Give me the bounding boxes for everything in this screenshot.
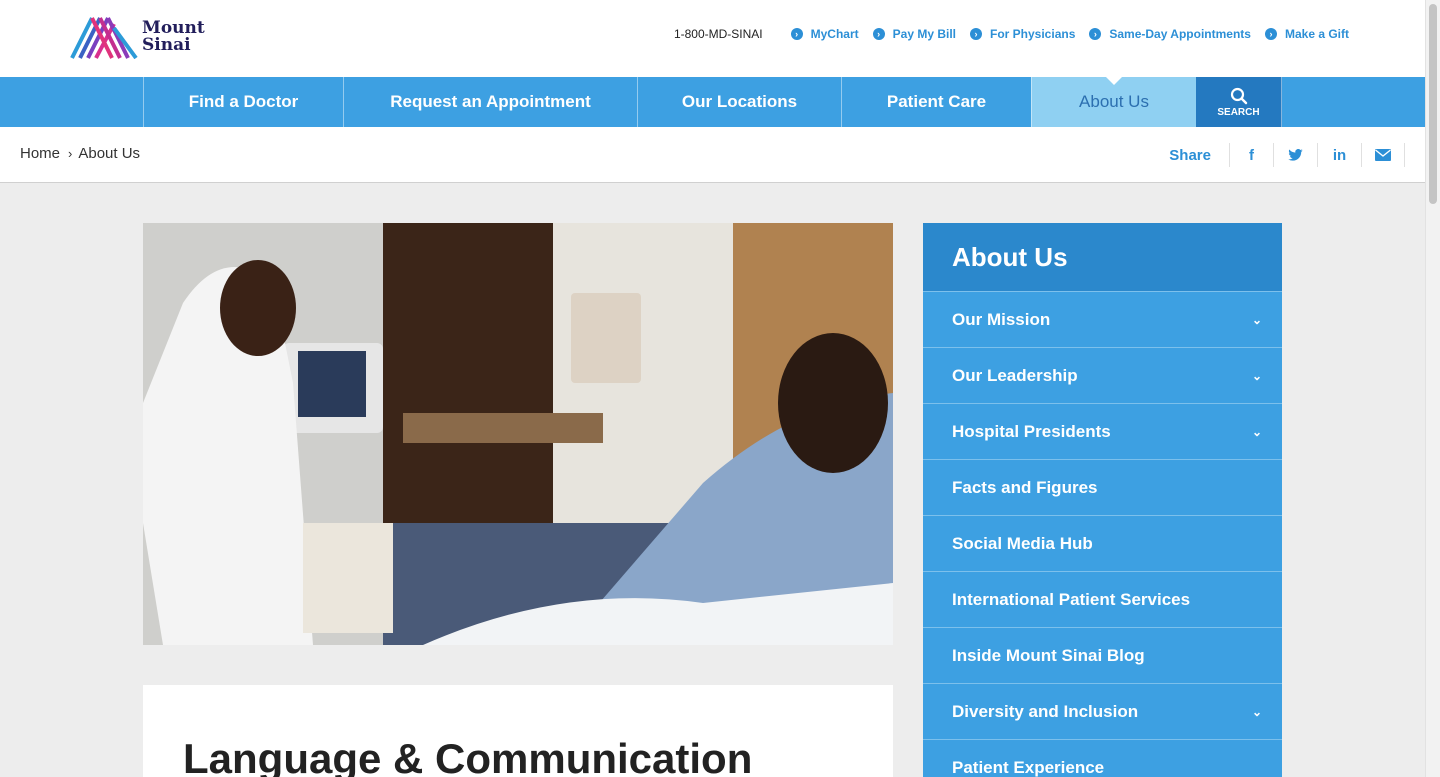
chevron-right-icon: ›	[1089, 28, 1102, 40]
page-scrollbar[interactable]	[1425, 0, 1440, 777]
nav-request-appointment[interactable]: Request an Appointment	[343, 77, 637, 127]
sidebar-item-label: Social Media Hub	[952, 533, 1093, 553]
sidebar-title: About Us	[923, 223, 1282, 291]
logo-line-2: Sinai	[142, 34, 191, 55]
breadcrumb-current: About Us	[78, 145, 141, 162]
chevron-right-icon: ›	[790, 28, 803, 40]
breadcrumb: Home › About Us	[20, 145, 140, 162]
sidebar-item-label: Patient Experience	[952, 757, 1105, 777]
search-icon	[1230, 87, 1247, 104]
hero-photo	[143, 223, 893, 645]
sidebar-item-patient-experience[interactable]: Patient Experience	[923, 739, 1282, 777]
sidebar-item-label: Hospital Presidents	[952, 421, 1111, 441]
breadcrumb-bar: Home › About Us Share f in	[0, 127, 1425, 183]
scrollbar-thumb[interactable]	[1429, 4, 1437, 204]
search-label: SEARCH	[1217, 106, 1260, 118]
breadcrumb-home[interactable]: Home	[20, 145, 60, 162]
mount-sinai-logo[interactable]: Mount Sinai	[70, 14, 205, 59]
chevron-right-icon: ›	[970, 28, 982, 40]
chevron-right-icon: ›	[872, 28, 885, 40]
sidebar-item-label: Diversity and Inclusion	[952, 701, 1139, 721]
for-physicians-link[interactable]: › For Physicians	[970, 27, 1075, 41]
phone-link[interactable]: 1-800-MD-SINAI	[674, 27, 763, 41]
sidebar: About Us Our Mission ⌄ Our Leadership ⌄ Ho…	[923, 223, 1282, 777]
page-title: Language & Communication	[183, 735, 753, 777]
make-a-gift-label: Make a Gift	[1284, 27, 1349, 41]
mychart-label: MyChart	[810, 27, 859, 41]
nav-find-a-doctor[interactable]: Find a Doctor	[143, 77, 343, 127]
for-physicians-label: For Physicians	[990, 27, 1076, 41]
sidebar-item-label: Our Leadership	[952, 365, 1078, 385]
share-bar: Share f in	[1169, 143, 1405, 167]
sidebar-item-our-leadership[interactable]: Our Leadership ⌄	[923, 347, 1282, 403]
email-icon[interactable]	[1361, 143, 1405, 167]
sidebar-item-inside-mount-sinai-blog[interactable]: Inside Mount Sinai Blog	[923, 627, 1282, 683]
sidebar-item-label: International Patient Services	[952, 589, 1191, 609]
sidebar-item-label: Our Mission	[952, 309, 1051, 329]
chevron-right-icon: ›	[68, 146, 73, 161]
content-card: Language & Communication	[143, 685, 893, 777]
same-day-appointments-link[interactable]: › Same-Day Appointments	[1089, 27, 1251, 41]
chevron-down-icon[interactable]: ⌄	[1252, 425, 1262, 439]
sidebar-item-our-mission[interactable]: Our Mission ⌄	[923, 291, 1282, 347]
share-label: Share	[1169, 146, 1211, 164]
chevron-down-icon[interactable]: ⌄	[1252, 313, 1262, 327]
pay-my-bill-link[interactable]: › Pay My Bill	[872, 27, 956, 41]
main-nav: Find a Doctor Request an Appointment Our…	[0, 77, 1425, 127]
same-day-appointments-label: Same-Day Appointments	[1109, 27, 1251, 41]
sidebar-item-international-patient-services[interactable]: International Patient Services	[923, 571, 1282, 627]
make-a-gift-link[interactable]: › Make a Gift	[1264, 27, 1349, 41]
sidebar-item-hospital-presidents[interactable]: Hospital Presidents ⌄	[923, 403, 1282, 459]
sidebar-item-social-media-hub[interactable]: Social Media Hub	[923, 515, 1282, 571]
search-button[interactable]: SEARCH	[1196, 77, 1282, 127]
chevron-right-icon: ›	[1264, 28, 1277, 40]
chevron-down-icon[interactable]: ⌄	[1252, 369, 1262, 383]
pay-my-bill-label: Pay My Bill	[892, 27, 956, 41]
nav-about-us[interactable]: About Us	[1031, 77, 1196, 127]
nav-our-locations[interactable]: Our Locations	[637, 77, 841, 127]
sidebar-item-diversity-and-inclusion[interactable]: Diversity and Inclusion ⌄	[923, 683, 1282, 739]
logo-mark-icon	[70, 17, 138, 59]
linkedin-icon[interactable]: in	[1317, 143, 1361, 167]
sidebar-item-label: Inside Mount Sinai Blog	[952, 645, 1145, 665]
nav-patient-care[interactable]: Patient Care	[841, 77, 1031, 127]
utility-links: 1-800-MD-SINAI › MyChart › Pay My Bill › Fo…	[674, 27, 1349, 41]
mychart-link[interactable]: › MyChart	[790, 27, 859, 41]
logo-line-1: Mount	[142, 17, 205, 38]
sidebar-item-facts-and-figures[interactable]: Facts and Figures	[923, 459, 1282, 515]
logo-text: Mount Sinai	[142, 17, 205, 55]
chevron-down-icon[interactable]: ⌄	[1252, 705, 1262, 719]
twitter-icon[interactable]	[1273, 143, 1317, 167]
facebook-icon[interactable]: f	[1229, 143, 1273, 167]
top-header: Mount Sinai 1-800-MD-SINAI › MyChart › Pay…	[0, 0, 1425, 77]
sidebar-item-label: Facts and Figures	[952, 477, 1098, 497]
